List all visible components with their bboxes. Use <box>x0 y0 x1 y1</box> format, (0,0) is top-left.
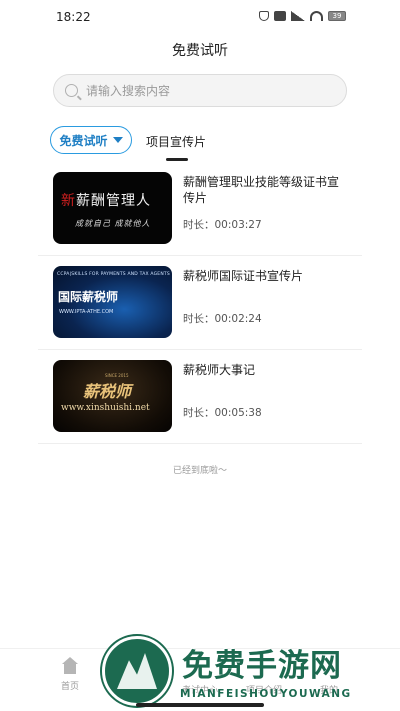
thumbnail-url: WWW.IPTA-ATHE.COM <box>59 309 114 315</box>
tab-project-promo[interactable]: 项目宣传片 <box>146 133 206 150</box>
caret-down-icon <box>112 137 123 143</box>
watermark-title: 免费手游网 <box>182 648 342 684</box>
wifi-icon <box>310 11 323 21</box>
video-item[interactable]: 新薪酬管理人 成就自己 成就他人 薪酬管理职业技能等级证书宣传片 时长：00:0… <box>38 162 362 256</box>
status-icons: 39 <box>259 11 346 21</box>
tab-free-trial-label: 免费试听 <box>59 133 108 148</box>
video-title[interactable]: 薪税师国际证书宣传片 <box>183 268 343 284</box>
thumbnail-title: 新薪酬管理人 <box>61 190 151 210</box>
thumbnail-url: www.xinshuishi.net <box>61 403 150 413</box>
battery-icon: 39 <box>328 11 346 21</box>
video-list: 新薪酬管理人 成就自己 成就他人 薪酬管理职业技能等级证书宣传片 时长：00:0… <box>38 162 362 444</box>
watermark-logo <box>102 636 172 706</box>
hd-icon <box>274 11 286 21</box>
thumbnail-mark: 新 <box>61 193 76 209</box>
status-time: 18:22 <box>56 10 91 24</box>
status-bar: 18:22 39 <box>0 0 400 34</box>
search-box[interactable] <box>53 74 347 107</box>
video-thumbnail[interactable]: SINCE 2015 薪税师 www.xinshuishi.net <box>53 360 172 432</box>
home-indicator <box>136 703 264 707</box>
tab-home[interactable]: 首页 <box>40 657 100 692</box>
thumbnail-title: 国际薪税师 <box>58 290 119 304</box>
search-input[interactable] <box>86 75 336 106</box>
video-thumbnail[interactable]: 新薪酬管理人 成就自己 成就他人 <box>53 172 172 244</box>
page-title: 免费试听 <box>172 43 228 59</box>
video-item[interactable]: SINCE 2015 薪税师 www.xinshuishi.net 薪税师大事记… <box>38 350 362 444</box>
mute-icon <box>259 11 269 21</box>
video-title[interactable]: 薪酬管理职业技能等级证书宣传片 <box>183 174 343 206</box>
mountain-icon <box>117 653 157 689</box>
video-item[interactable]: CCPA|SKILLS FOR PAYMENTS AND TAX AGENTS … <box>38 256 362 350</box>
watermark-subtitle: MIANFEISHOUYOUWANG <box>180 688 352 700</box>
end-of-list-text: 已经到底啦～ <box>172 466 227 476</box>
home-icon <box>61 657 79 675</box>
video-duration: 时长：00:05:38 <box>183 407 262 419</box>
thumbnail-subtitle: 成就自己 成就他人 <box>75 219 151 228</box>
thumbnail-title: 薪税师 <box>83 382 132 401</box>
search-icon <box>65 84 78 97</box>
video-title[interactable]: 薪税师大事记 <box>183 362 343 378</box>
video-duration: 时长：00:03:27 <box>183 219 262 231</box>
tab-free-trial[interactable]: 免费试听 <box>50 126 132 154</box>
tab-indicator <box>166 158 188 161</box>
video-thumbnail[interactable]: CCPA|SKILLS FOR PAYMENTS AND TAX AGENTS … <box>53 266 172 338</box>
tab-home-label: 首页 <box>60 682 79 692</box>
thumbnail-caption: CCPA|SKILLS FOR PAYMENTS AND TAX AGENTS <box>57 272 170 277</box>
signal-icon <box>291 11 305 21</box>
thumbnail-title-text: 薪酬管理人 <box>76 193 151 209</box>
video-duration: 时长：00:02:24 <box>183 313 262 325</box>
